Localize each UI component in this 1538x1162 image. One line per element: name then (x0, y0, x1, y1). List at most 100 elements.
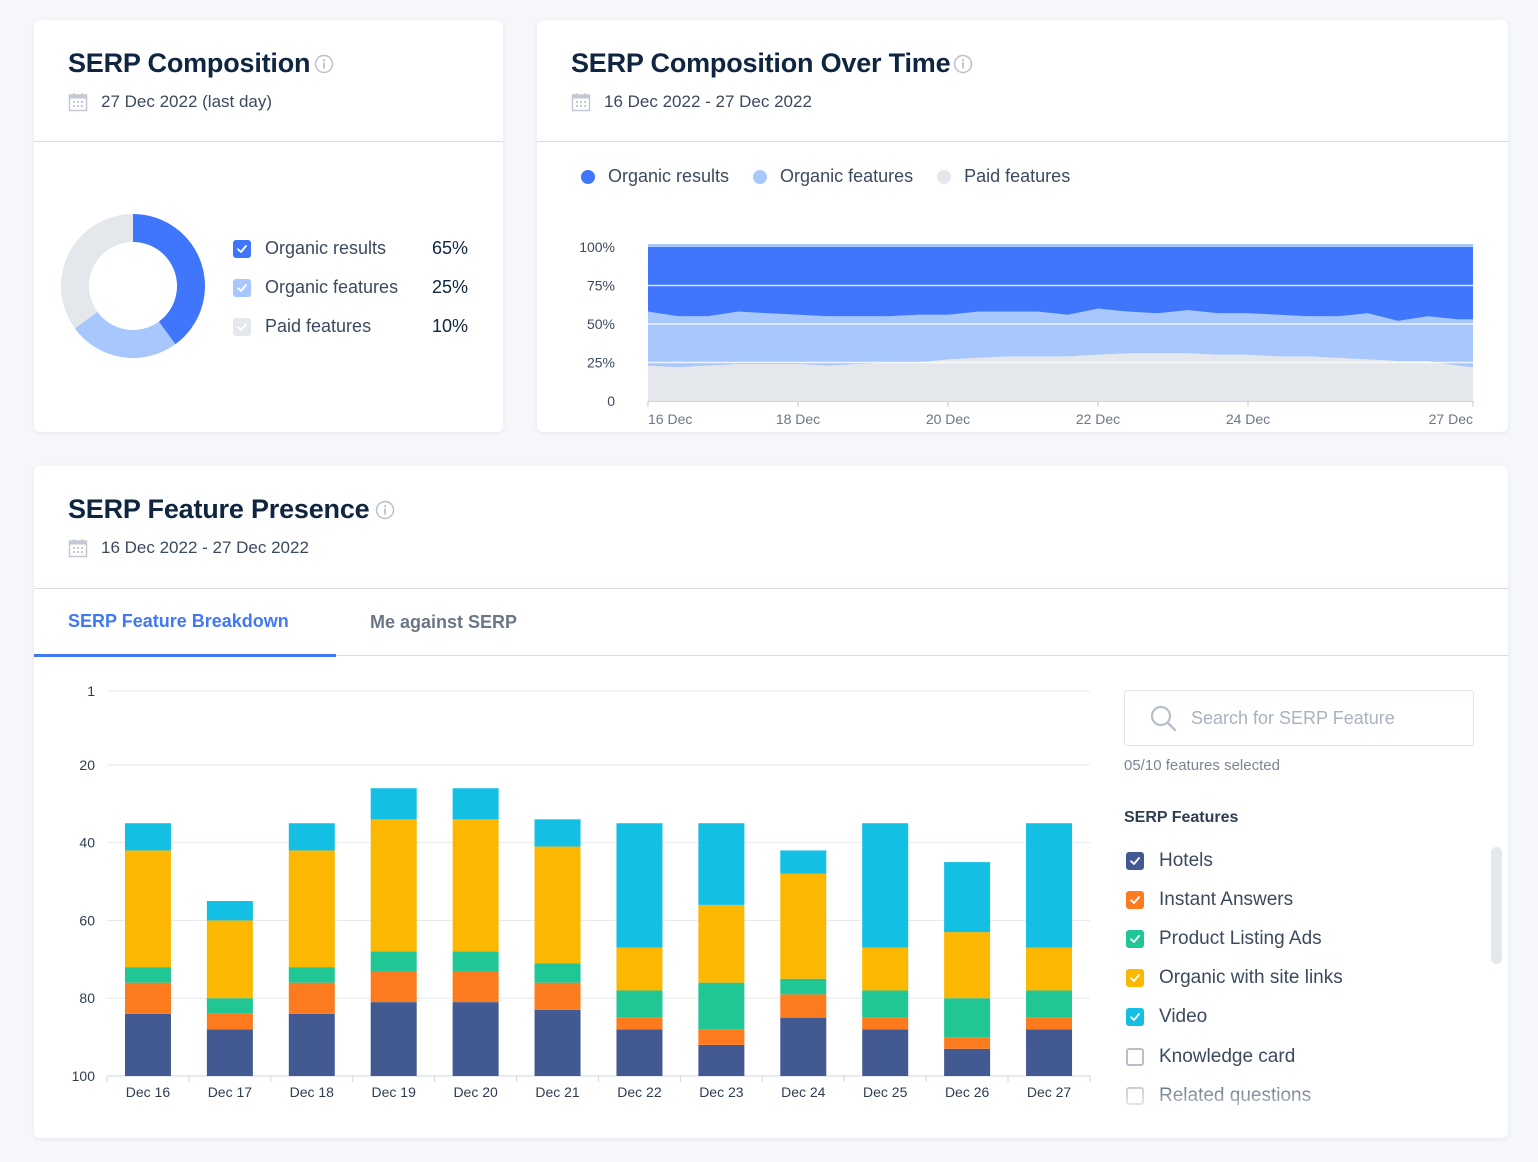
bar-segment-hotels[interactable] (616, 1029, 663, 1076)
legend-item-organic-features[interactable]: Organic features (233, 277, 398, 298)
feature-search-input[interactable] (1191, 707, 1451, 729)
feature-list-scrollbar[interactable] (1491, 847, 1502, 964)
donut-slice-organic-features[interactable] (74, 311, 176, 358)
info-icon[interactable] (314, 54, 334, 74)
bar-stack-dec-25[interactable] (862, 823, 909, 1076)
bar-segment-product-listing-ads[interactable] (616, 990, 663, 1018)
bar-segment-hotels[interactable] (862, 1029, 909, 1076)
bar-stack-dec-20[interactable] (452, 788, 499, 1076)
bar-stack-dec-19[interactable] (370, 788, 417, 1076)
bar-segment-product-listing-ads[interactable] (124, 967, 171, 983)
legend-item-organic-results[interactable]: Organic results (233, 238, 386, 259)
legend-item-paid-features[interactable]: Paid features (233, 316, 371, 337)
legend-item-paid-features[interactable]: Paid features (937, 166, 1070, 187)
bar-stack-dec-27[interactable] (1026, 823, 1073, 1076)
legend-item-organic-results[interactable]: Organic results (581, 166, 729, 187)
checkbox-checked-icon[interactable] (1126, 851, 1144, 870)
bar-segment-product-listing-ads[interactable] (288, 967, 335, 983)
bar-segment-organic-with-site-links[interactable] (862, 947, 909, 991)
tab-me-against-serp[interactable]: Me against SERP (370, 588, 517, 656)
bar-segment-instant-answers[interactable] (124, 982, 171, 1014)
legend-item-organic-features[interactable]: Organic features (753, 166, 913, 187)
bar-segment-product-listing-ads[interactable] (534, 963, 581, 983)
donut-slice-paid-features[interactable] (60, 214, 133, 329)
feature-option-instant-answers[interactable]: Instant Answers (1126, 880, 1466, 919)
bar-segment-instant-answers[interactable] (206, 1013, 253, 1030)
bar-segment-instant-answers[interactable] (944, 1037, 991, 1049)
bar-segment-instant-answers[interactable] (1026, 1017, 1073, 1030)
bar-stack-dec-26[interactable] (944, 862, 991, 1076)
bar-segment-video[interactable] (780, 850, 827, 874)
bar-stack-dec-24[interactable] (780, 850, 827, 1076)
bar-segment-organic-with-site-links[interactable] (534, 846, 581, 964)
bar-segment-organic-with-site-links[interactable] (780, 873, 827, 979)
checkbox-icon[interactable] (233, 239, 251, 258)
feature-search-box[interactable] (1124, 690, 1474, 746)
bar-stack-dec-21[interactable] (534, 819, 581, 1076)
bar-segment-product-listing-ads[interactable] (944, 998, 991, 1038)
checkbox-checked-icon[interactable] (1126, 1008, 1144, 1027)
bar-segment-hotels[interactable] (370, 1002, 417, 1076)
bar-segment-hotels[interactable] (288, 1013, 335, 1076)
bar-segment-product-listing-ads[interactable] (1026, 990, 1073, 1018)
checkbox-icon[interactable] (233, 278, 251, 297)
bar-segment-hotels[interactable] (206, 1029, 253, 1076)
bar-segment-video[interactable] (370, 788, 417, 820)
bar-segment-instant-answers[interactable] (370, 971, 417, 1003)
bar-segment-organic-with-site-links[interactable] (698, 904, 745, 983)
bar-segment-organic-with-site-links[interactable] (124, 850, 171, 968)
bar-segment-organic-with-site-links[interactable] (1026, 947, 1073, 991)
bar-segment-video[interactable] (616, 823, 663, 948)
bar-segment-organic-with-site-links[interactable] (944, 932, 991, 999)
bar-segment-video[interactable] (206, 901, 253, 921)
bar-segment-product-listing-ads[interactable] (370, 951, 417, 971)
bar-segment-instant-answers[interactable] (780, 994, 827, 1018)
checkbox-checked-icon[interactable] (1126, 969, 1144, 988)
bar-segment-organic-with-site-links[interactable] (206, 920, 253, 999)
bar-segment-video[interactable] (698, 823, 745, 905)
bar-segment-video[interactable] (1026, 823, 1073, 948)
bar-segment-video[interactable] (862, 823, 909, 948)
bar-segment-video[interactable] (452, 788, 499, 820)
bar-stack-dec-18[interactable] (288, 823, 335, 1076)
bar-segment-product-listing-ads[interactable] (780, 978, 827, 995)
bar-segment-video[interactable] (124, 823, 171, 851)
bar-segment-product-listing-ads[interactable] (206, 998, 253, 1014)
bar-segment-hotels[interactable] (1026, 1029, 1073, 1076)
feature-option-product-listing-ads[interactable]: Product Listing Ads (1126, 919, 1466, 958)
bar-segment-product-listing-ads[interactable] (452, 951, 499, 971)
feature-option-organic-with-site-links[interactable]: Organic with site links (1126, 959, 1466, 998)
bar-segment-hotels[interactable] (944, 1048, 991, 1076)
bar-segment-video[interactable] (944, 862, 991, 933)
bar-segment-organic-with-site-links[interactable] (288, 850, 335, 968)
bar-stack-dec-23[interactable] (698, 823, 745, 1076)
info-icon[interactable] (953, 54, 973, 74)
bar-segment-instant-answers[interactable] (452, 971, 499, 1003)
bar-segment-organic-with-site-links[interactable] (452, 819, 499, 952)
feature-option-related-questions[interactable]: Related questions (1126, 1076, 1466, 1109)
checkbox-unchecked-icon[interactable] (1126, 1086, 1144, 1105)
bar-stack-dec-16[interactable] (124, 823, 171, 1076)
feature-option-hotels[interactable]: Hotels (1126, 841, 1466, 880)
area-series-organic-results[interactable] (648, 247, 1473, 321)
donut-slice-organic-results[interactable] (133, 214, 206, 345)
bar-stack-dec-17[interactable] (206, 901, 253, 1076)
checkbox-unchecked-icon[interactable] (1126, 1047, 1144, 1066)
checkbox-checked-icon[interactable] (1126, 890, 1144, 909)
bar-segment-hotels[interactable] (534, 1009, 581, 1076)
feature-option-knowledge-card[interactable]: Knowledge card (1126, 1037, 1466, 1076)
tab-serp-feature-breakdown[interactable]: SERP Feature Breakdown (34, 588, 336, 657)
bar-segment-organic-with-site-links[interactable] (370, 819, 417, 952)
feature-option-video[interactable]: Video (1126, 998, 1466, 1037)
checkbox-icon[interactable] (233, 317, 251, 336)
bar-stack-dec-22[interactable] (616, 823, 663, 1076)
bar-segment-organic-with-site-links[interactable] (616, 947, 663, 991)
info-icon[interactable] (375, 500, 395, 520)
bar-segment-product-listing-ads[interactable] (862, 990, 909, 1018)
bar-segment-hotels[interactable] (452, 1002, 499, 1076)
bar-segment-hotels[interactable] (698, 1044, 745, 1076)
bar-segment-instant-answers[interactable] (616, 1017, 663, 1030)
bar-segment-instant-answers[interactable] (288, 982, 335, 1014)
bar-segment-instant-answers[interactable] (862, 1017, 909, 1030)
bar-segment-instant-answers[interactable] (698, 1029, 745, 1045)
